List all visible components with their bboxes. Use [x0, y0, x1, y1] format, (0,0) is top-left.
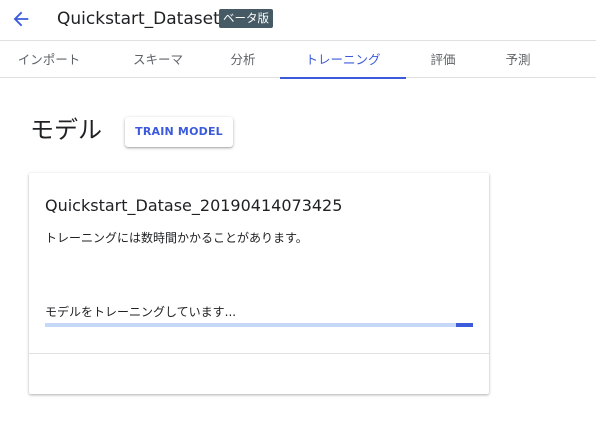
model-name: Quickstart_Datase_20190414073425: [45, 196, 343, 215]
progress-bar: [45, 323, 473, 327]
dataset-title: Quickstart_Dataset: [57, 9, 220, 29]
tab-predict[interactable]: 予測: [480, 41, 556, 78]
page: Quickstart_Dataset ベータ版 インポート スキーマ 分析 トレ…: [0, 0, 596, 428]
section-title: モデル: [30, 116, 102, 144]
arrow-back-icon: [13, 11, 29, 27]
tab-schema[interactable]: スキーマ: [113, 41, 203, 78]
progress-label: モデルをトレーニングしています...: [45, 305, 237, 319]
progress-indicator: [455, 323, 473, 327]
tab-evaluate[interactable]: 評価: [406, 41, 480, 78]
training-note: トレーニングには数時間かかることがあります。: [45, 231, 308, 245]
card-footer: [29, 354, 489, 394]
tab-training[interactable]: トレーニング: [280, 41, 406, 79]
model-card: Quickstart_Datase_20190414073425 トレーニングに…: [29, 173, 489, 394]
tab-import[interactable]: インポート: [0, 41, 98, 78]
app-header: Quickstart_Dataset ベータ版: [0, 0, 596, 40]
tab-training-label: トレーニング: [305, 52, 381, 67]
back-button[interactable]: [10, 8, 32, 30]
beta-badge: ベータ版: [219, 9, 273, 28]
active-tab-indicator: [280, 77, 406, 79]
train-model-button[interactable]: TRAIN MODEL: [125, 117, 233, 147]
tab-analyze[interactable]: 分析: [206, 41, 280, 78]
tab-bar: インポート スキーマ 分析 トレーニング 評価 予測: [0, 40, 596, 79]
